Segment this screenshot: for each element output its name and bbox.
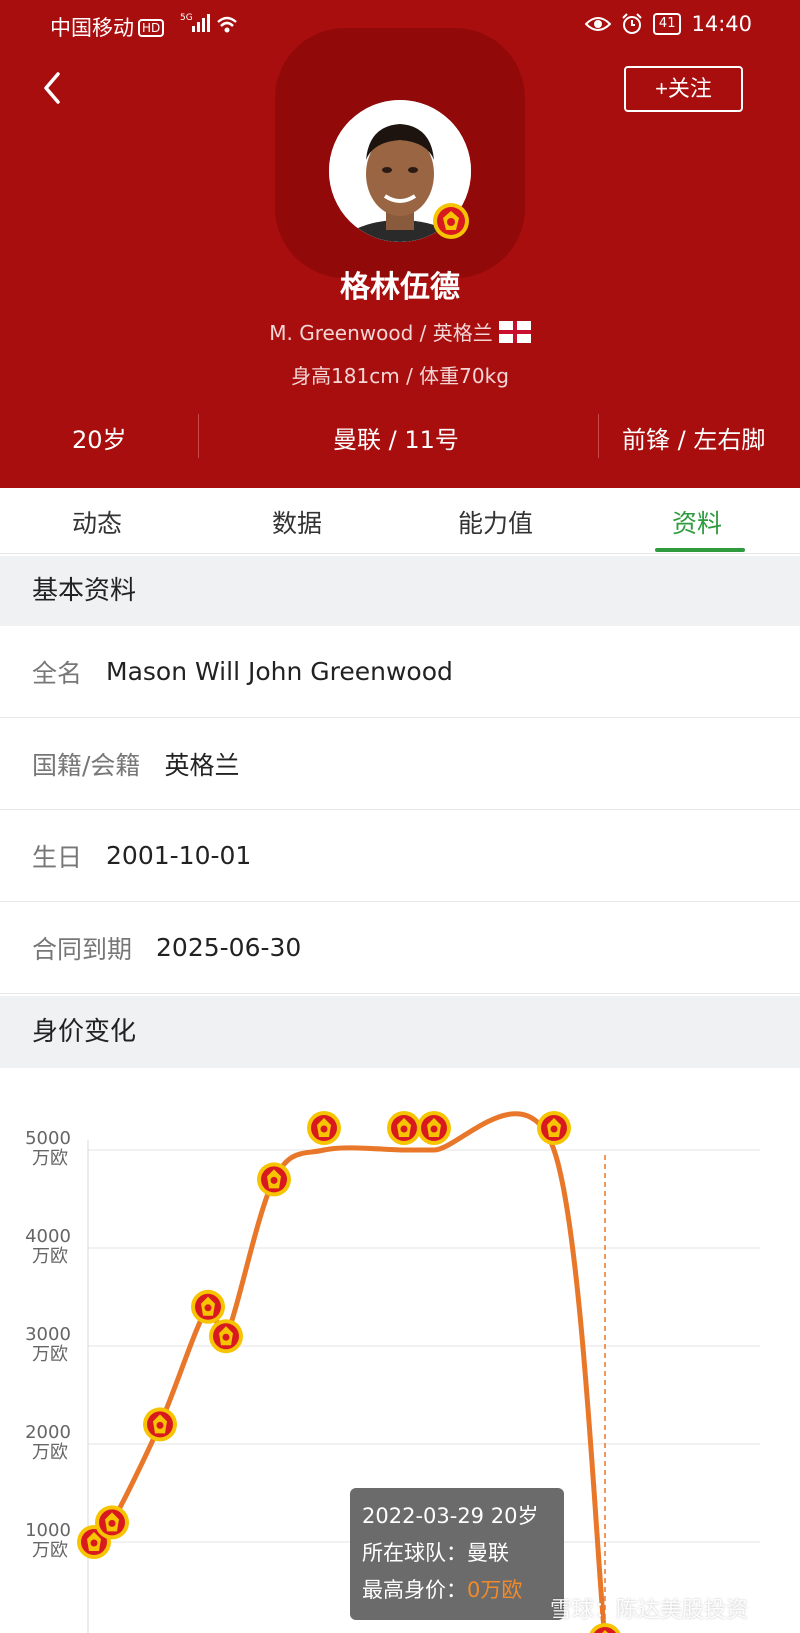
tab-stats[interactable]: 数据: [272, 504, 322, 540]
player-name-nation: M. Greenwood / 英格兰: [0, 317, 800, 346]
eye-icon: [584, 17, 611, 31]
svg-text:5G: 5G: [180, 13, 193, 23]
status-right: 41 14:40: [584, 12, 752, 36]
battery-icon: 41: [652, 13, 682, 35]
tab-news[interactable]: 动态: [72, 504, 122, 540]
data-point-crest-icon: [417, 1111, 451, 1145]
data-point-crest-icon: [307, 1111, 341, 1145]
club-crest-icon: [433, 203, 469, 239]
y-tick-unit: 万欧: [32, 1540, 68, 1561]
tooltip-value: 最高身价：0万欧: [362, 1578, 523, 1602]
info-value: 2025-06-30: [156, 933, 302, 962]
info-row: 国籍/会籍 英格兰: [0, 718, 800, 810]
y-tick-unit: 万欧: [32, 1344, 68, 1365]
data-point-crest-icon: [589, 1623, 621, 1633]
stat-club-number: 曼联 / 11号: [333, 426, 459, 454]
follow-button[interactable]: +关注: [624, 66, 743, 112]
section-basic-info: 基本资料: [0, 556, 800, 626]
signal-wifi-icon: 5G: [180, 13, 237, 33]
info-value: 2001-10-01: [106, 841, 252, 870]
data-point-crest-icon: [95, 1505, 129, 1540]
y-tick-label: 1000: [25, 1520, 71, 1541]
stat-position-foot: 前锋 / 左右脚: [622, 426, 766, 454]
player-stats: 20岁 曼联 / 11号 前锋 / 左右脚: [0, 414, 800, 464]
player-name: 格林伍德: [340, 270, 460, 305]
tab-ability[interactable]: 能力值: [458, 504, 533, 540]
chart-tooltip: 2022-03-29 20岁 所在球队：曼联 最高身价：0万欧: [350, 1488, 564, 1620]
y-tick-label: 5000: [25, 1128, 71, 1149]
tab-profile[interactable]: 资料: [672, 504, 722, 540]
y-tick-unit: 万欧: [32, 1246, 68, 1267]
hd-icon: HD: [138, 19, 165, 37]
data-point-crest-icon: [257, 1162, 291, 1197]
info-value: 英格兰: [164, 750, 240, 780]
data-point-crest-icon: [537, 1111, 571, 1145]
player-header: 中国移动 HD 5G 41 14:40 +关注 格林伍德 M. Greenwoo…: [0, 0, 800, 488]
status-bar: 中国移动 HD 5G 41 14:40: [0, 10, 800, 40]
alarm-icon: [622, 13, 642, 34]
data-point-crest-icon: [143, 1407, 177, 1442]
data-point-crest-icon: [209, 1319, 243, 1354]
active-tab-indicator: [655, 548, 745, 552]
section-value-change: 身价变化: [0, 996, 800, 1068]
tooltip-date: 2022-03-29 20岁: [362, 1504, 539, 1528]
y-tick-unit: 万欧: [32, 1148, 68, 1169]
info-row: 生日 2001-10-01: [0, 810, 800, 902]
y-tick-unit: 万欧: [32, 1442, 68, 1463]
stat-divider: [598, 414, 599, 458]
back-arrow-icon[interactable]: [38, 68, 68, 108]
info-label: 国籍/会籍: [32, 750, 141, 780]
watermark: 雪球：陈达美股投资: [550, 1598, 749, 1623]
y-tick-label: 4000: [25, 1226, 71, 1247]
stat-age: 20岁: [72, 426, 127, 454]
info-label: 生日: [32, 842, 83, 872]
info-row: 全名 Mason Will John Greenwood: [0, 626, 800, 718]
y-tick-label: 3000: [25, 1324, 71, 1345]
info-label: 全名: [32, 658, 83, 688]
clock-label: 14:40: [691, 12, 752, 36]
data-point-crest-icon: [191, 1289, 225, 1324]
tooltip-team: 所在球队：曼联: [362, 1541, 509, 1565]
england-flag-icon: [498, 321, 531, 343]
info-label: 合同到期: [32, 934, 133, 964]
tab-bar: 动态 数据 能力值 资料: [0, 488, 800, 554]
carrier-label: 中国移动 HD: [50, 12, 165, 42]
y-tick-label: 2000: [25, 1422, 71, 1443]
player-body: 身高181cm / 体重70kg: [291, 364, 509, 388]
stat-divider: [198, 414, 199, 458]
data-point-crest-icon: [387, 1111, 421, 1145]
info-row: 合同到期 2025-06-30: [0, 902, 800, 994]
info-value: Mason Will John Greenwood: [106, 657, 453, 686]
